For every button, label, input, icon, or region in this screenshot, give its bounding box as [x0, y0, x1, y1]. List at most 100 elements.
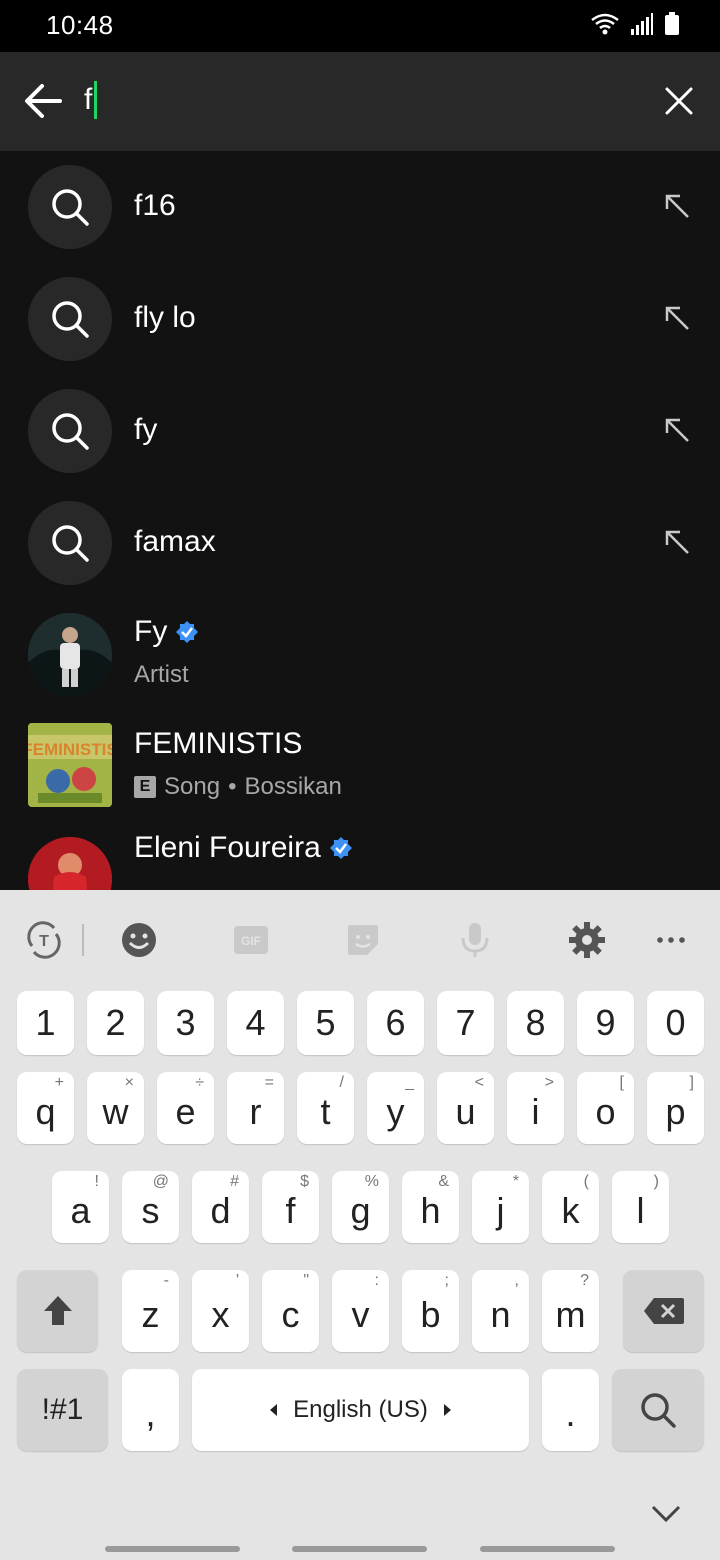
- key-hint: [: [619, 1074, 624, 1091]
- key-hint: _: [405, 1074, 414, 1091]
- key-n[interactable]: ,n: [472, 1270, 529, 1352]
- separator-dot: •: [228, 773, 237, 800]
- key-label: a: [70, 1190, 91, 1231]
- clear-icon[interactable]: [664, 86, 694, 116]
- key-4[interactable]: 4: [227, 991, 284, 1055]
- key-r[interactable]: = r: [227, 1072, 284, 1144]
- key-label: e: [175, 1091, 196, 1132]
- key-z[interactable]: -z: [122, 1270, 179, 1352]
- key-hint: ]: [689, 1074, 694, 1091]
- key-label: d: [210, 1190, 231, 1231]
- key-hint: :: [374, 1272, 379, 1289]
- status-time: 10:48: [46, 10, 114, 40]
- svg-text:GIF: GIF: [241, 934, 261, 948]
- back-arrow-icon[interactable]: [22, 80, 64, 122]
- result-title: Fy: [134, 615, 199, 649]
- key-m[interactable]: ? m: [542, 1270, 599, 1352]
- key-u[interactable]: < u: [437, 1072, 494, 1144]
- key-label: i: [531, 1091, 540, 1132]
- key-label: 0: [665, 1002, 686, 1043]
- search-icon: [28, 389, 112, 473]
- key-6[interactable]: 6: [367, 991, 424, 1055]
- shift-key[interactable]: [17, 1270, 98, 1352]
- search-icon: [28, 501, 112, 585]
- key-d[interactable]: # d: [192, 1171, 249, 1243]
- key-0[interactable]: 0: [647, 991, 704, 1055]
- key-c[interactable]: " c: [262, 1270, 319, 1352]
- text-translate-icon[interactable]: T: [24, 920, 64, 960]
- key-label: g: [350, 1190, 371, 1231]
- comma-key[interactable]: ,: [122, 1369, 179, 1451]
- result-song[interactable]: FEMINISTIS FEMINISTIS E Song • Bossikan: [0, 711, 720, 823]
- search-bar: f: [0, 52, 720, 151]
- key-o[interactable]: [o: [577, 1072, 634, 1144]
- svg-text:T: T: [39, 933, 49, 950]
- symbols-key[interactable]: !#1: [17, 1369, 108, 1451]
- key-y[interactable]: _ y: [367, 1072, 424, 1144]
- gif-icon[interactable]: GIF: [231, 920, 271, 960]
- key-label: u: [455, 1091, 476, 1132]
- microphone-icon[interactable]: [455, 920, 495, 960]
- key-e[interactable]: ÷ e: [157, 1072, 214, 1144]
- result-artist-name: Bossikan: [244, 773, 342, 800]
- more-options-icon[interactable]: [651, 920, 691, 960]
- key-9[interactable]: 9: [577, 991, 634, 1055]
- suggestion-item[interactable]: fly lo: [0, 263, 720, 375]
- key-x[interactable]: ' x: [192, 1270, 249, 1352]
- key-2[interactable]: 2: [87, 991, 144, 1055]
- search-key[interactable]: [612, 1369, 704, 1451]
- search-input[interactable]: f: [84, 80, 98, 120]
- key-3[interactable]: 3: [157, 991, 214, 1055]
- key-a[interactable]: ! a: [52, 1171, 109, 1243]
- settings-gear-icon[interactable]: [567, 920, 607, 960]
- result-artist[interactable]: Eleni Foureira: [0, 823, 720, 890]
- key-label: n: [490, 1294, 511, 1335]
- hide-keyboard-chevron-icon[interactable]: [650, 1504, 682, 1524]
- arrow-up-left-icon[interactable]: [664, 529, 690, 555]
- key-s[interactable]: @ s: [122, 1171, 179, 1243]
- backspace-key[interactable]: [623, 1270, 704, 1352]
- key-g[interactable]: % g: [332, 1171, 389, 1243]
- key-j[interactable]: * j: [472, 1171, 529, 1243]
- key-8[interactable]: 8: [507, 991, 564, 1055]
- key-label: !#1: [41, 1393, 84, 1426]
- result-artist[interactable]: Fy Artist: [0, 599, 720, 711]
- key-k[interactable]: (k: [542, 1171, 599, 1243]
- key-label: 5: [315, 1002, 336, 1043]
- suggestion-item[interactable]: fy: [0, 375, 720, 487]
- nav-bar-handle: [292, 1546, 427, 1552]
- key-label: 6: [385, 1002, 406, 1043]
- emoji-icon[interactable]: [119, 920, 159, 960]
- key-hint: &: [438, 1173, 449, 1190]
- key-f[interactable]: $ f: [262, 1171, 319, 1243]
- key-p[interactable]: ] p: [647, 1072, 704, 1144]
- key-l[interactable]: ) l: [612, 1171, 669, 1243]
- suggestion-item[interactable]: famax: [0, 487, 720, 599]
- space-key[interactable]: English (US): [192, 1369, 529, 1451]
- key-h[interactable]: & h: [402, 1171, 459, 1243]
- suggestion-label: fly lo: [134, 301, 196, 334]
- key-t[interactable]: / t: [297, 1072, 354, 1144]
- wifi-icon: [591, 13, 619, 35]
- key-hint: $: [300, 1173, 309, 1190]
- key-label: f: [285, 1190, 296, 1231]
- sticker-icon[interactable]: [343, 920, 383, 960]
- key-1[interactable]: 1: [17, 991, 74, 1055]
- arrow-up-left-icon[interactable]: [664, 193, 690, 219]
- key-v[interactable]: :v: [332, 1270, 389, 1352]
- verified-badge-icon: [176, 621, 199, 643]
- key-q[interactable]: + q: [17, 1072, 74, 1144]
- period-key[interactable]: .: [542, 1369, 599, 1451]
- key-hint: ): [653, 1173, 659, 1190]
- album-cover: FEMINISTIS: [28, 723, 112, 807]
- arrow-up-left-icon[interactable]: [664, 305, 690, 331]
- key-7[interactable]: 7: [437, 991, 494, 1055]
- key-5[interactable]: 5: [297, 991, 354, 1055]
- caret-right-icon: [443, 1404, 451, 1416]
- arrow-up-left-icon[interactable]: [664, 417, 690, 443]
- suggestion-item[interactable]: f16: [0, 151, 720, 263]
- key-w[interactable]: × w: [87, 1072, 144, 1144]
- key-label: t: [320, 1091, 331, 1132]
- key-b[interactable]: ; b: [402, 1270, 459, 1352]
- key-i[interactable]: > i: [507, 1072, 564, 1144]
